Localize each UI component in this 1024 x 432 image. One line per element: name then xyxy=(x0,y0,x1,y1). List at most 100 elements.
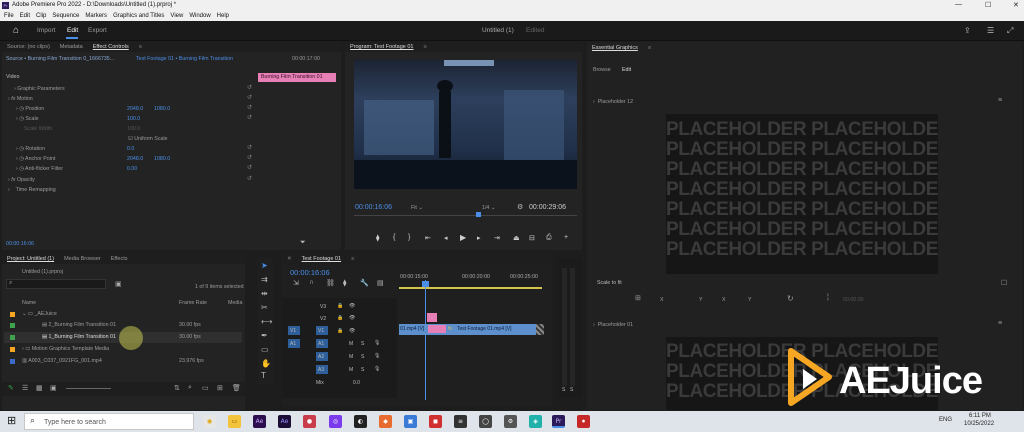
placeholder-01-header[interactable]: › Placeholder 01 xyxy=(593,322,633,328)
tab-effects[interactable]: Effects xyxy=(111,256,128,262)
label-color[interactable] xyxy=(10,359,15,364)
menu-graphics[interactable]: Graphics and Titles xyxy=(113,13,164,19)
fullscreen-icon[interactable]: ⤢ xyxy=(1007,26,1013,36)
tab-project[interactable]: Project: Untitled (1) xyxy=(7,256,54,262)
lift-icon[interactable]: ⏏ xyxy=(513,234,520,242)
rotation-icon[interactable]: ↻ xyxy=(787,294,794,303)
reset-icon[interactable]: ↺ xyxy=(247,144,252,151)
panel-menu-icon[interactable]: ≡ xyxy=(139,44,142,50)
app-icon[interactable]: ≡ xyxy=(454,415,467,428)
razor-tool-icon[interactable]: ✂ xyxy=(261,303,268,312)
menu-window[interactable]: Window xyxy=(189,13,210,19)
label-color[interactable] xyxy=(10,347,15,352)
language-indicator[interactable]: ENG xyxy=(939,417,952,423)
marker-icon[interactable]: ⧫ xyxy=(376,234,379,242)
wrench-icon[interactable]: ⚙ xyxy=(517,203,523,211)
menu-help[interactable]: Help xyxy=(217,13,229,19)
tab-program[interactable]: Program: Test Footage 01 xyxy=(350,44,414,50)
snap-icon[interactable]: ∩ xyxy=(309,279,314,286)
tab-metadata[interactable]: Metadata xyxy=(60,44,83,50)
minimize-button[interactable]: — xyxy=(955,1,962,8)
tab-browse[interactable]: Browse xyxy=(593,67,611,73)
lock-icon[interactable]: 🔒 xyxy=(337,303,343,309)
pencil-icon[interactable]: ✎ xyxy=(8,384,14,392)
label-color[interactable] xyxy=(10,323,15,328)
new-item-icon[interactable]: ⊞ xyxy=(217,384,223,392)
panel-menu-icon[interactable]: ≡ xyxy=(351,256,354,262)
clip-label[interactable]: Test Footage 01 • Burning Film Transitio… xyxy=(136,56,233,62)
anchor-x[interactable]: 2048.0 xyxy=(127,156,143,162)
row-graphic-parameters[interactable]: › Graphic Parameters xyxy=(14,86,65,92)
mic-icon[interactable]: 🎙 xyxy=(374,340,380,346)
menu-clip[interactable]: Clip xyxy=(36,13,46,19)
marker-icon[interactable]: ⧫ xyxy=(343,279,346,287)
label-color[interactable] xyxy=(10,312,15,317)
app-icon[interactable]: ◈ xyxy=(529,415,542,428)
timeline-playhead[interactable] xyxy=(425,280,426,400)
row-opacity[interactable]: › fx Opacity xyxy=(8,177,35,183)
selection-tool-icon[interactable]: ➤ xyxy=(261,261,268,270)
rectangle-tool-icon[interactable]: ▭ xyxy=(261,345,269,354)
mic-icon[interactable]: 🎙 xyxy=(374,353,380,359)
reset-icon[interactable]: ↺ xyxy=(247,84,252,91)
new-bin-icon[interactable]: ▭ xyxy=(202,384,209,392)
app-icon[interactable]: ▣ xyxy=(404,415,417,428)
captions-icon[interactable]: ▤ xyxy=(377,279,384,287)
layer-menu-icon[interactable]: ≡ xyxy=(998,97,1002,104)
app-icon[interactable]: ◆ xyxy=(379,415,392,428)
reset-icon[interactable]: ↺ xyxy=(247,104,252,111)
ame-icon[interactable]: Ae xyxy=(278,415,291,428)
mute-icon[interactable]: M xyxy=(349,341,353,347)
zoom-slider[interactable] xyxy=(66,388,111,389)
mic-icon[interactable]: 🎙 xyxy=(374,366,380,372)
ripple-edit-icon[interactable]: ⇹ xyxy=(261,289,268,298)
program-playhead[interactable] xyxy=(476,212,481,217)
linked-icon[interactable]: ⛓ xyxy=(326,279,335,287)
app-icon[interactable]: ● xyxy=(303,415,316,428)
tab-effect-controls[interactable]: Effect Controls xyxy=(93,44,129,50)
go-to-out-icon[interactable]: ⇥ xyxy=(494,234,500,242)
home-icon[interactable]: ⌂ xyxy=(13,25,19,36)
github-icon[interactable]: ◐ xyxy=(354,415,367,428)
checkbox-icon[interactable]: ☐ xyxy=(1001,279,1007,287)
transform-y[interactable]: Y xyxy=(699,297,703,303)
col-name[interactable]: Name xyxy=(22,300,36,306)
record-icon[interactable]: ⏺ xyxy=(577,415,590,428)
solo-icon[interactable]: S xyxy=(361,367,364,373)
pen-tool-icon[interactable]: ✒ xyxy=(261,331,268,340)
layer-menu-icon[interactable]: ≡ xyxy=(998,320,1002,327)
chrome-icon[interactable]: ◉ xyxy=(203,415,216,428)
menu-markers[interactable]: Markers xyxy=(85,13,107,19)
windows-start-icon[interactable]: ⊞ xyxy=(7,414,16,427)
tab-export[interactable]: Export xyxy=(88,27,107,34)
row-position[interactable]: › ◷ Position xyxy=(16,106,44,112)
mute-icon[interactable]: M xyxy=(349,367,353,373)
list-item[interactable]: ▥ A003_C037_0921FG_001.mp4 xyxy=(22,358,102,364)
row-time-remapping[interactable]: › Time Remapping xyxy=(8,187,56,193)
go-to-in-icon[interactable]: ⇤ xyxy=(425,234,431,242)
mark-out-icon[interactable]: } xyxy=(408,234,410,241)
lock-icon[interactable]: 🔒 xyxy=(337,315,343,321)
nest-icon[interactable]: ⇲ xyxy=(293,279,299,287)
timeline-timecode[interactable]: 00:00:16:06 xyxy=(290,268,330,277)
list-item[interactable]: ⌄ ▭ _AEJuice xyxy=(22,311,57,317)
share-icon[interactable]: ⇪ xyxy=(964,26,971,35)
scale-value[interactable]: 100.0 xyxy=(127,116,140,122)
eye-icon[interactable]: 👁 xyxy=(349,328,355,334)
camera-icon[interactable]: ⎙ xyxy=(546,234,552,242)
reset-icon[interactable]: ↺ xyxy=(247,164,252,171)
menu-file[interactable]: File xyxy=(4,13,14,19)
uniform-scale-checkbox[interactable]: ☑ Uniform Scale xyxy=(128,136,168,142)
effect-controls-timecode[interactable]: 00:00:16:06 xyxy=(6,241,34,247)
width-icon[interactable]: ¦ xyxy=(827,294,829,301)
reset-icon[interactable]: ↺ xyxy=(247,114,252,121)
list-view-icon[interactable]: ☰ xyxy=(22,384,28,392)
app-icon[interactable]: ◯ xyxy=(479,415,492,428)
track-select-icon[interactable]: ⇉ xyxy=(261,275,268,284)
solo-icon[interactable]: S xyxy=(361,341,364,347)
row-rotation[interactable]: › ◷ Rotation xyxy=(16,146,45,152)
align-icon[interactable]: ⊞ xyxy=(635,294,641,302)
hand-tool-icon[interactable]: ✋ xyxy=(261,359,271,368)
video-frame[interactable] xyxy=(354,60,577,189)
position-x[interactable]: 2048.0 xyxy=(127,106,143,112)
